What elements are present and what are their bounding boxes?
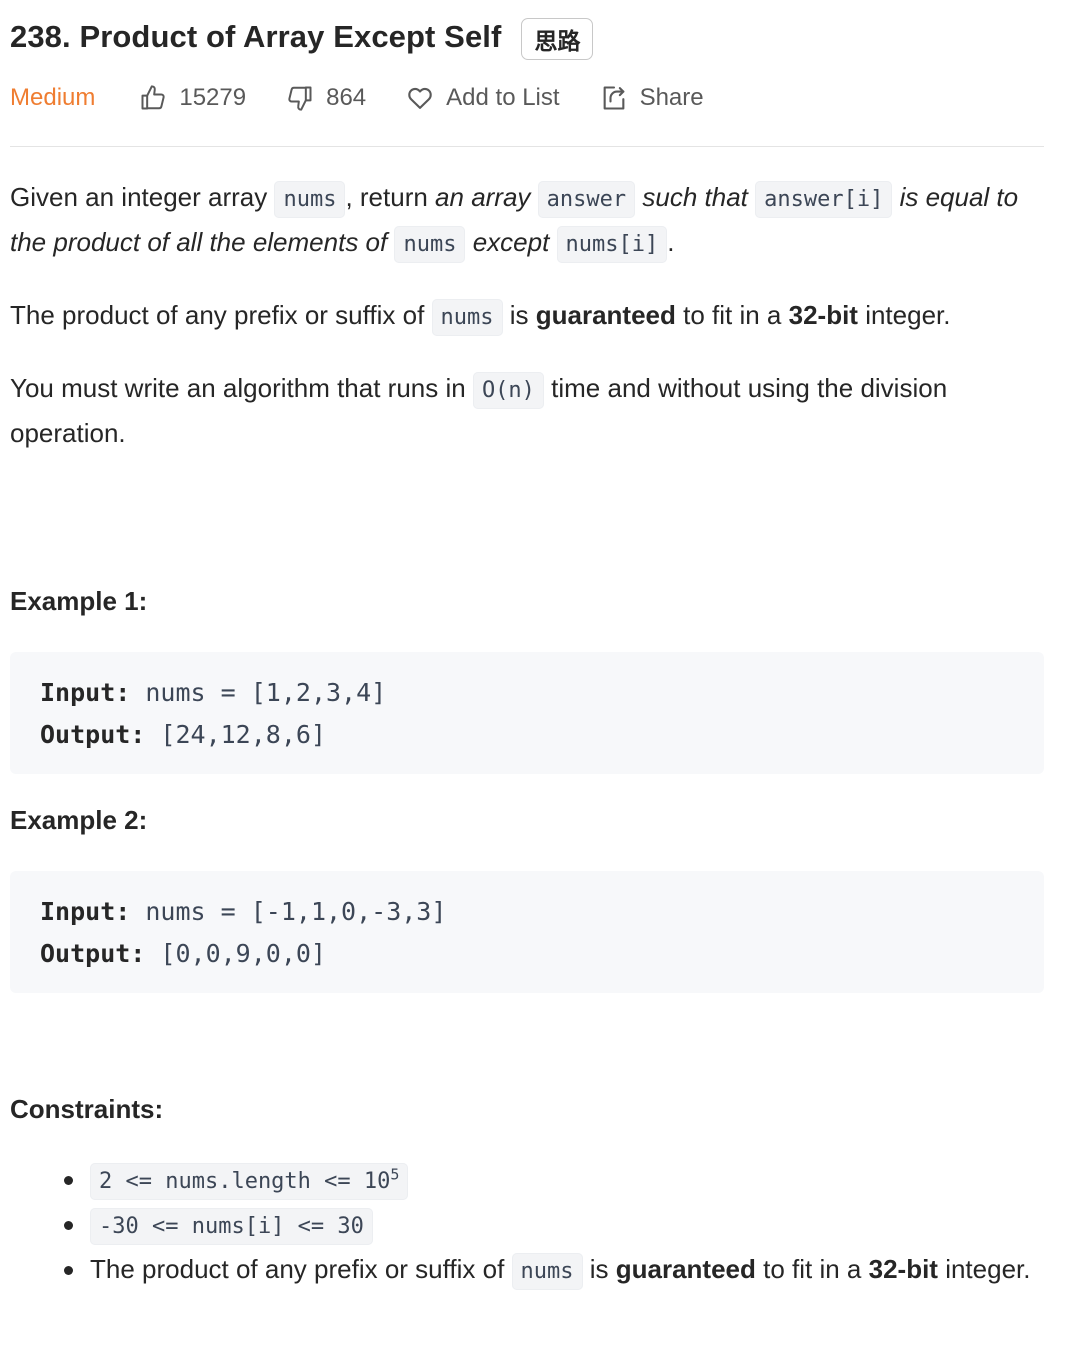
inline-code: nums [394,226,466,263]
inline-code: answer[i] [755,181,893,218]
italic-text: an array [435,182,531,212]
likes-count: 15279 [179,84,247,111]
share-button[interactable]: Share [600,84,704,112]
bold-text: 32-bit [868,1254,938,1284]
title-row: 238. Product of Array Except Self 思路 [10,14,594,60]
output-value: [24,12,8,6] [160,720,326,749]
input-value: nums = [-1,1,0,-3,3] [145,897,447,926]
bold-text: 32-bit [788,300,858,330]
text: The product of any prefix or suffix of [10,300,432,330]
text: Given an integer array [10,182,275,212]
difficulty-label: Medium [10,84,96,111]
example-2-title: Example 2: [10,805,148,835]
inline-code: -30 <= nums[i] <= 30 [90,1208,373,1245]
constraint-item: The product of any prefix or suffix of n… [64,1248,1034,1293]
inline-code: nums [274,181,346,218]
description-paragraph-2: The product of any prefix or suffix of n… [10,294,1044,339]
hint-tag-button[interactable]: 思路 [521,18,594,60]
text: You must write an algorithm that runs in [10,373,473,403]
output-label: Output: [40,720,146,749]
input-value: nums = [1,2,3,4] [145,678,387,707]
description-paragraph-3: You must write an algorithm that runs in… [10,367,1044,454]
text: to fit in a [755,1254,869,1284]
inline-code: answer [537,181,636,218]
share-label: Share [639,84,704,111]
example-1-output: Output: [24,12,8,6] [40,714,1014,756]
example-1-block: Input: nums = [1,2,3,4] Output: [24,12,8… [10,652,1044,774]
constraint-code: 2 <= nums.length <= 10 [99,1169,391,1194]
constraints-title: Constraints: [10,1094,164,1124]
text: integer. [937,1254,1031,1284]
superscript: 5 [390,1165,400,1184]
constraint-item: 2 <= nums.length <= 105 [64,1158,1034,1203]
add-to-list-label: Add to List [446,84,560,111]
inline-code: 2 <= nums.length <= 105 [90,1163,409,1200]
heart-icon [408,87,432,109]
text: is [502,300,536,330]
thumbs-up-icon [141,85,166,110]
text: . [667,227,675,257]
input-label: Input: [40,897,131,926]
text: integer. [857,300,951,330]
dislike-button[interactable]: 864 [286,84,366,112]
bold-text: guaranteed [615,1254,756,1284]
like-button[interactable]: 15279 [139,84,246,112]
problem-title: 238. Product of Array Except Self [10,19,502,54]
input-label: Input: [40,678,131,707]
add-to-list-button[interactable]: Add to List [406,84,560,112]
thumbs-down-icon [288,86,312,111]
text: , return [345,182,436,212]
problem-description: Given an integer array nums, return an a… [10,176,1044,482]
text: to fit in a [675,300,789,330]
text: is [582,1254,616,1284]
header-divider [10,146,1044,147]
output-label: Output: [40,939,146,968]
problem-page: 238. Product of Array Except Self 思路 Med… [0,0,1088,1368]
italic-text: such that [642,182,748,212]
example-1-input: Input: nums = [1,2,3,4] [40,672,1014,714]
output-value: [0,0,9,0,0] [160,939,326,968]
bold-text: guaranteed [535,300,676,330]
meta-row: Medium 15279 864 Add to List Share [10,84,744,112]
constraint-item: -30 <= nums[i] <= 30 [64,1203,1034,1248]
dislikes-count: 864 [326,84,367,111]
share-icon [603,86,624,110]
example-1-title: Example 1: [10,586,148,616]
italic-text: except [472,227,550,257]
inline-code: nums [431,299,503,336]
inline-code: nums [511,1253,583,1290]
text: The product of any prefix or suffix of [90,1254,512,1284]
example-2-output: Output: [0,0,9,0,0] [40,933,1014,975]
inline-code: O(n) [472,372,544,409]
inline-code: nums[i] [556,226,668,263]
example-2-input: Input: nums = [-1,1,0,-3,3] [40,891,1014,933]
example-2-block: Input: nums = [-1,1,0,-3,3] Output: [0,0… [10,871,1044,993]
constraints-list: 2 <= nums.length <= 105 -30 <= nums[i] <… [0,1158,1034,1293]
description-paragraph-1: Given an integer array nums, return an a… [10,176,1044,266]
